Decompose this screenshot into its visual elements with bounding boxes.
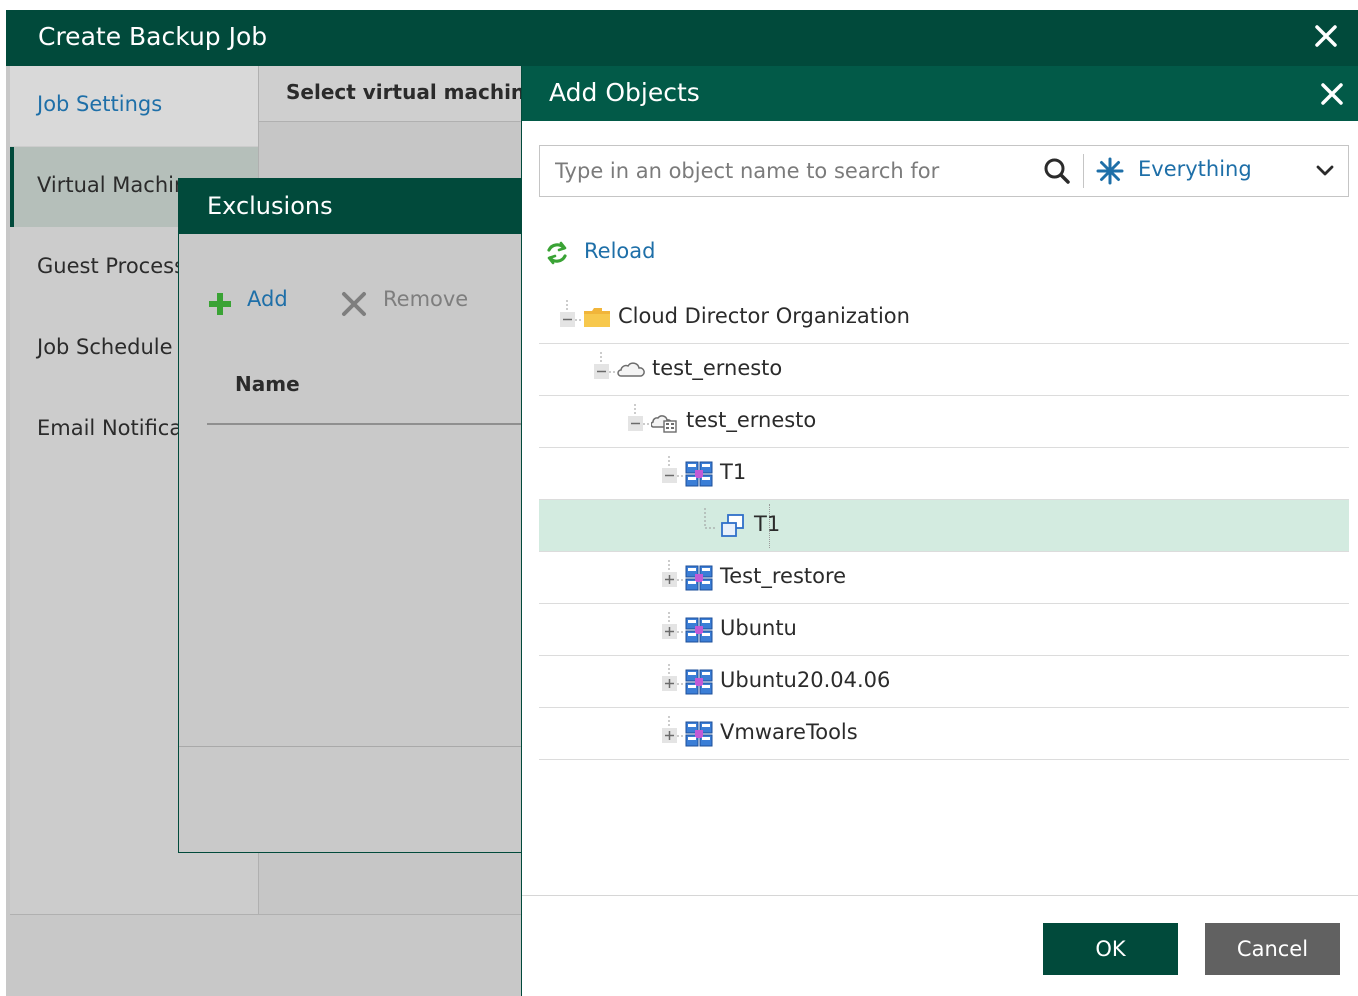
tree-node-label: T1 [754, 512, 781, 536]
tree-node[interactable]: Test_restore [539, 552, 1349, 604]
vm-icon [721, 514, 744, 537]
window-title-bar: Create Backup Job [6, 10, 1358, 66]
chevron-down-icon [1316, 165, 1334, 176]
tree-node-label: T1 [720, 460, 747, 484]
exclusions-dialog: Exclusions Add Remove Name [178, 178, 523, 853]
tree-node-label: VmwareTools [720, 720, 858, 744]
reload-icon [547, 241, 567, 265]
dialog-footer-divider [522, 895, 1358, 896]
tree-node[interactable]: Cloud Director Organization [539, 292, 1349, 344]
tree-node-label: test_ernesto [686, 408, 817, 432]
collapse-icon[interactable] [659, 454, 685, 490]
cancel-button[interactable]: Cancel [1205, 923, 1340, 975]
tree-node-label: Cloud Director Organization [618, 304, 910, 328]
cloud-icon [617, 362, 645, 377]
expand-icon[interactable] [659, 662, 685, 698]
tree-node[interactable]: T1 [539, 448, 1349, 500]
tree-node[interactable]: VmwareTools [539, 708, 1349, 760]
tree-node-label: Ubuntu20.04.06 [720, 668, 891, 692]
nav-item-label: Email Notifica [37, 416, 183, 440]
vapp-icon [685, 617, 713, 643]
cloud-datacenter-icon [651, 415, 677, 433]
tree-node[interactable]: T1 [539, 500, 1349, 552]
wizard-footer [10, 914, 528, 996]
search-icon[interactable] [1042, 156, 1072, 186]
nav-item-job-settings[interactable]: Job Settings [10, 66, 258, 146]
folder-icon [584, 308, 610, 327]
tree-node-label: Test_restore [720, 564, 847, 588]
search-separator [1083, 154, 1084, 188]
add-label: Add [247, 287, 288, 311]
content-header-title: Select virtual machin [286, 80, 526, 104]
exclusions-title: Exclusions [207, 192, 333, 220]
tree-node[interactable]: Ubuntu20.04.06 [539, 656, 1349, 708]
content-header: Select virtual machin [259, 66, 529, 122]
ok-button[interactable]: OK [1043, 923, 1178, 975]
tree-node-label: test_ernesto [652, 356, 783, 380]
reload-button[interactable]: Reload [544, 238, 704, 268]
nav-item-label: Job Settings [37, 92, 163, 116]
column-header-divider [207, 423, 523, 425]
nav-item-label: Job Schedule [37, 335, 173, 359]
tree-connector-icon [704, 508, 717, 529]
nav-item-label: Guest Process [37, 254, 186, 278]
collapse-icon[interactable] [557, 298, 583, 334]
asterisk-icon [1096, 157, 1124, 185]
plus-icon [209, 293, 231, 315]
expand-icon[interactable] [659, 714, 685, 750]
filter-label: Everything [1138, 157, 1252, 181]
dialog-footer-divider [179, 746, 523, 747]
close-icon[interactable] [1312, 22, 1340, 50]
remove-x-icon [342, 292, 366, 316]
object-type-filter[interactable]: Everything [1096, 146, 1348, 196]
window-title: Create Backup Job [38, 22, 268, 51]
exclusions-title-bar: Exclusions [179, 179, 523, 234]
search-input[interactable] [540, 146, 1040, 196]
vapp-icon [685, 669, 713, 695]
tree-node[interactable]: test_ernesto [539, 344, 1349, 396]
name-column-header[interactable]: Name [235, 372, 300, 396]
nav-item-label: Virtual Machir [37, 173, 183, 197]
expand-icon[interactable] [659, 610, 685, 646]
collapse-icon[interactable] [591, 350, 617, 386]
collapse-icon[interactable] [625, 402, 651, 438]
close-icon[interactable] [1319, 81, 1345, 107]
remove-label: Remove [383, 287, 469, 311]
add-objects-title-bar: Add Objects [522, 66, 1358, 121]
add-objects-dialog: Add Objects Everything Reload [521, 66, 1358, 996]
tree-node-label: Ubuntu [720, 616, 797, 640]
vapp-icon [685, 721, 713, 747]
remove-button[interactable]: Remove [341, 287, 491, 317]
reload-label: Reload [584, 239, 656, 263]
vapp-icon [685, 461, 713, 487]
vapp-icon [685, 565, 713, 591]
add-objects-title: Add Objects [549, 78, 700, 107]
tree-node[interactable]: Ubuntu [539, 604, 1349, 656]
expand-icon[interactable] [659, 558, 685, 594]
search-box: Everything [539, 145, 1349, 197]
tree-node[interactable]: test_ernesto [539, 396, 1349, 448]
